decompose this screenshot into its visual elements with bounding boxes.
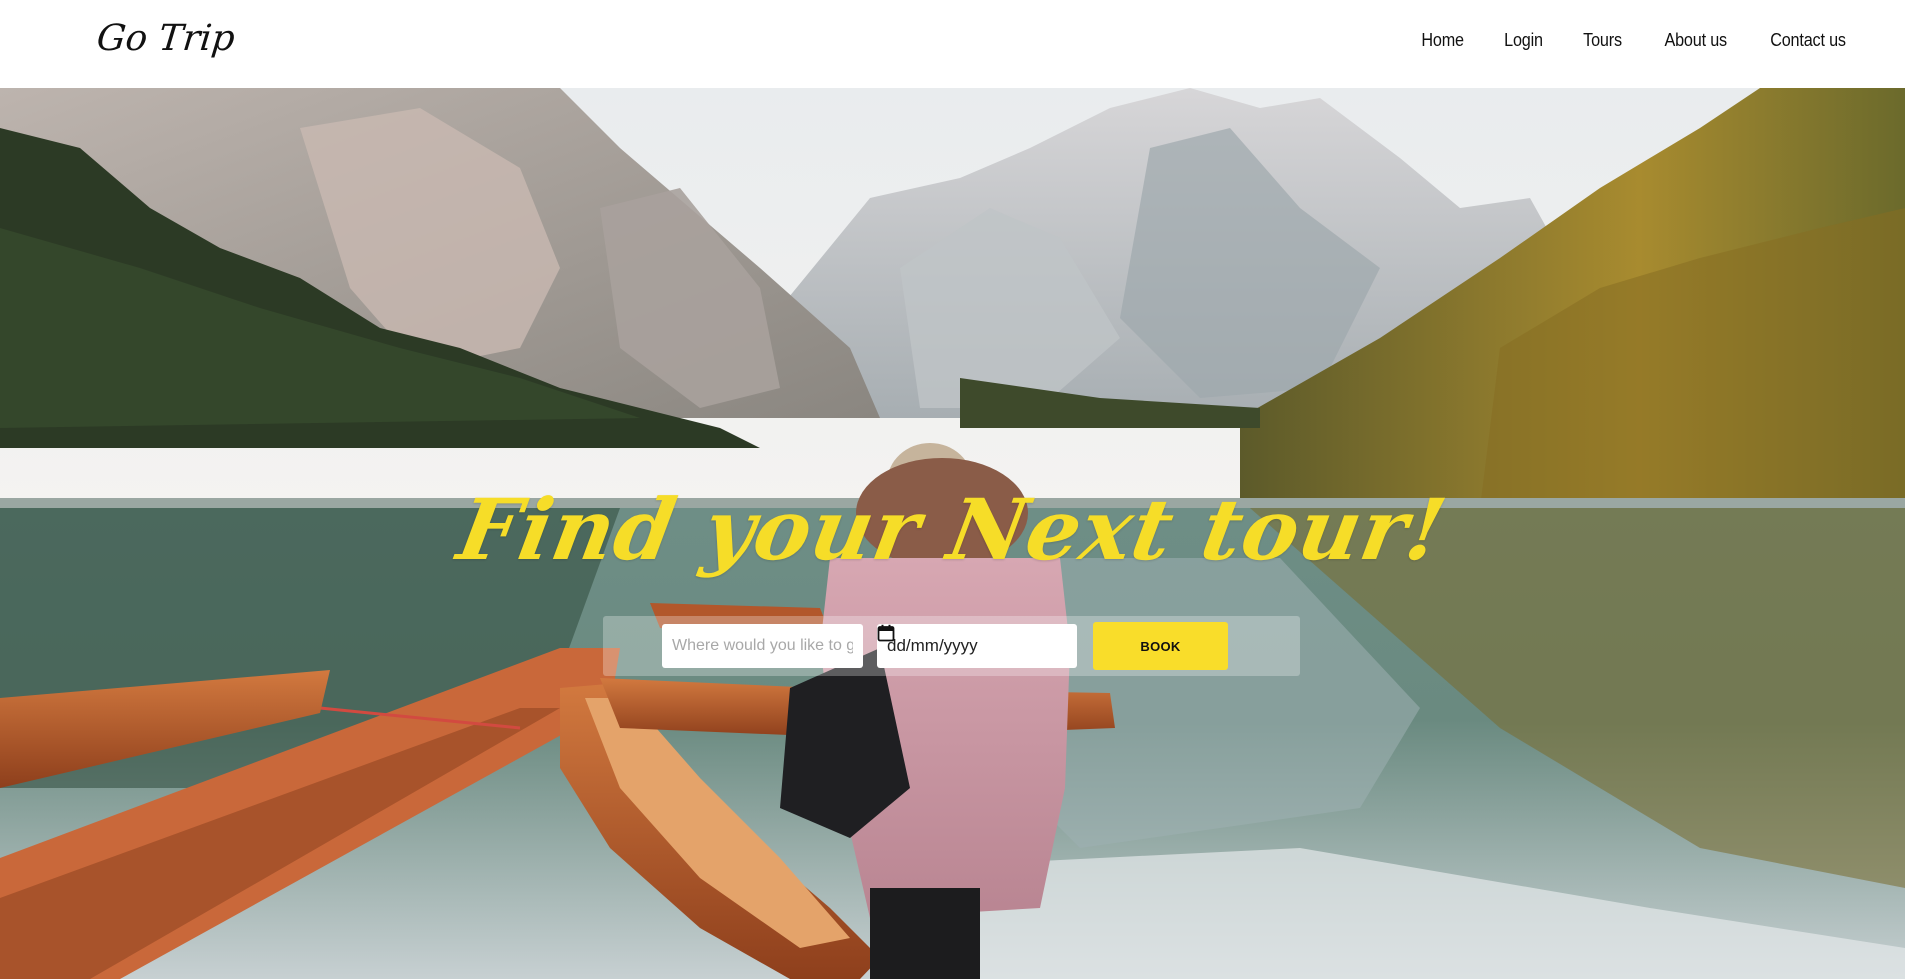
booking-form: dd/mm/yyyy BOOK [603, 616, 1300, 676]
destination-input[interactable] [662, 624, 863, 668]
date-placeholder: dd/mm/yyyy [887, 636, 978, 655]
book-button[interactable]: BOOK [1093, 622, 1228, 670]
nav-login[interactable]: Login [1505, 30, 1544, 51]
nav-tours[interactable]: Tours [1584, 30, 1623, 51]
nav-home[interactable]: Home [1422, 30, 1465, 51]
nav-contact-us[interactable]: Contact us [1770, 30, 1846, 51]
hero-section: Find your Next tour! dd/mm/yyyy BOOK [0, 88, 1905, 979]
hero-headline: Find your Next tour! [451, 480, 1454, 579]
main-nav: Home Login Tours About us Contact us [1419, 30, 1850, 51]
site-header: Go Trip Home Login Tours About us Contac… [0, 0, 1905, 88]
site-logo[interactable]: Go Trip [95, 18, 237, 59]
date-input[interactable]: dd/mm/yyyy [877, 624, 1077, 668]
nav-about-us[interactable]: About us [1664, 30, 1727, 51]
calendar-icon[interactable] [877, 624, 895, 642]
